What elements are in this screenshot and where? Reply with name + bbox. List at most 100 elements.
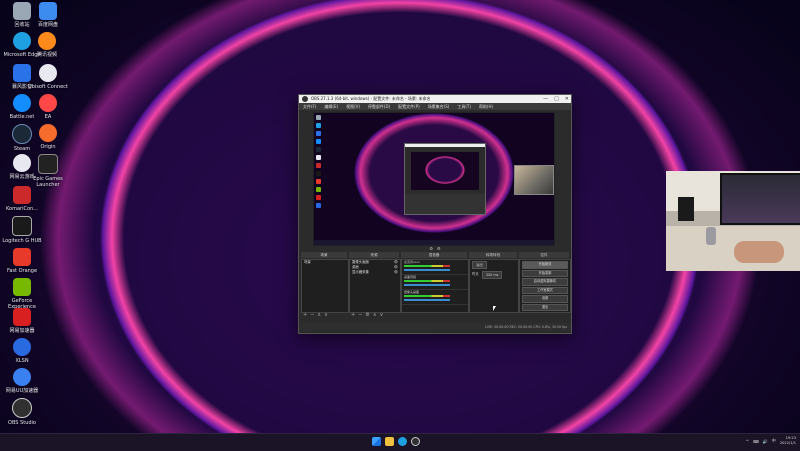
uu-accelerator-icon <box>13 368 31 386</box>
transitions-panel: 淡出 时长 300 ms <box>469 259 519 313</box>
ubisoft-icon <box>39 64 57 82</box>
studio-mode-button[interactable]: 工作室模式 <box>522 286 568 294</box>
desktop-icon-komari[interactable]: KomariCon... <box>0 186 44 212</box>
desktop-icon-ea[interactable]: EA <box>26 94 70 120</box>
menu-edit[interactable]: 编辑(E) <box>324 103 338 110</box>
source-settings-icon[interactable]: ⚙ <box>365 312 369 318</box>
desktop-icon-baidu-netdisk[interactable]: 百度网盘 <box>26 2 70 28</box>
keyboard-icon[interactable]: ⌨ <box>753 439 759 444</box>
start-virtual-camera-button[interactable]: 启动虚拟摄像机 <box>522 278 568 286</box>
desktop-icon-geforce[interactable]: GeForce Experience <box>0 278 44 310</box>
desktop-icon-obs[interactable]: OBS Studio <box>0 398 44 426</box>
mixer-channel[interactable]: 桌面音频 <box>402 275 468 290</box>
preview-webcam-overlay <box>514 165 554 195</box>
sources-list[interactable]: 摄像头画面 👁 桌面 👁 显示器采集 👁 <box>349 259 401 313</box>
close-button[interactable]: ✕ <box>565 95 569 103</box>
logitech-g-icon <box>12 216 32 236</box>
epic-games-icon <box>38 154 58 174</box>
chevron-up-icon[interactable]: ^ <box>746 439 749 444</box>
desktop-icon-label: 百度网盘 <box>37 22 58 28</box>
system-tray: ^ ⌨ 🔊 中 19:23 2022/1/1 <box>746 436 796 446</box>
mixer-dock-header: 混音器 <box>401 252 467 258</box>
remove-source-button[interactable]: − <box>358 312 362 318</box>
scene-down-button[interactable]: ∨ <box>324 312 328 318</box>
mixer-channel[interactable]: 麦克风/Aux <box>402 260 468 275</box>
maximize-button[interactable]: □ <box>554 95 559 103</box>
obs-menubar: 文件(F) 编辑(E) 视图(V) 停靠部件(D) 配置文件(P) 场景集合(S… <box>299 103 571 110</box>
menu-file[interactable]: 文件(F) <box>303 103 316 110</box>
edge-icon[interactable] <box>398 437 407 446</box>
obs-window[interactable]: OBS 27.1.3 (64-bit, windows) - 配置文件: 未命名… <box>298 94 572 334</box>
desktop-icon-label: Logitech G HUB <box>2 238 42 244</box>
obs-titlebar[interactable]: OBS 27.1.3 (64-bit, windows) - 配置文件: 未命名… <box>299 95 571 103</box>
obs-docks: 场景 场景 + − ∧ ∨ 来源 摄像头画面 👁 桌面 👁 显示器采集 👁 + − ⚙… <box>299 252 571 320</box>
controls-panel: 开始推流 开始录制 启动虚拟摄像机 工作室模式 设置 退出 <box>519 259 571 313</box>
start-streaming-button[interactable]: 开始推流 <box>522 261 568 269</box>
obs-preview[interactable] <box>313 112 555 246</box>
transitions-dock-header: 转场特效 <box>469 252 517 258</box>
start-recording-button[interactable]: 开始录制 <box>522 269 568 277</box>
preview-nested-obs-window <box>404 143 486 215</box>
taskbar: ^ ⌨ 🔊 中 19:23 2022/1/1 <box>0 433 800 451</box>
remove-scene-button[interactable]: − <box>310 312 314 318</box>
scenes-list[interactable]: 场景 <box>301 259 349 313</box>
desktop-icon-netease-accelerator[interactable]: 网易加速器 <box>0 308 44 334</box>
exit-button[interactable]: 退出 <box>522 303 568 311</box>
sources-dock-header: 来源 <box>349 252 399 258</box>
desktop-icon-logitech-ghub[interactable]: Logitech G HUB <box>0 216 44 244</box>
origin-icon <box>39 124 57 142</box>
eye-icon[interactable]: 👁 <box>394 270 398 275</box>
add-scene-button[interactable]: + <box>303 312 307 318</box>
source-down-button[interactable]: ∨ <box>380 312 384 318</box>
volume-icon[interactable]: 🔊 <box>763 439 768 444</box>
desktop-icon-uu[interactable]: 网易UU加速器 <box>0 368 44 394</box>
obs-app-icon <box>302 96 308 102</box>
sources-toolbar: + − ⚙ ∧ ∨ <box>349 312 383 318</box>
desktop-icon-ubisoft[interactable]: Ubisoft Connect <box>26 64 70 90</box>
desktop-icon-epic[interactable]: Epic Games Launcher <box>26 154 70 188</box>
source-item[interactable]: 显示器采集 👁 <box>350 270 400 275</box>
webcam-microphone <box>706 227 716 245</box>
geforce-icon <box>13 278 31 296</box>
desktop-icon-label: KomariCon... <box>6 206 38 212</box>
controls-dock-header: 控件 <box>519 252 569 258</box>
desktop-icon-label: Ubisoft Connect <box>28 84 68 90</box>
menu-scene-collection[interactable]: 场景集合(S) <box>428 103 450 110</box>
obs-taskbar-icon[interactable] <box>411 437 420 446</box>
obs-icon <box>12 398 32 418</box>
scene-up-button[interactable]: ∧ <box>317 312 321 318</box>
mouse-cursor <box>493 306 496 311</box>
netease-accelerator-icon <box>13 308 31 326</box>
source-up-button[interactable]: ∧ <box>373 312 377 318</box>
preview-taskbar <box>314 240 554 245</box>
mixer-channel[interactable]: 摄像头画面 <box>402 290 468 305</box>
scene-item[interactable]: 场景 <box>302 260 348 265</box>
desktop-icon-fast-orange[interactable]: Fast Orange <box>0 248 44 274</box>
desktop-icon-grid: 回收站 百度网盘 Microsoft Edge 腾讯视频 暴风影音 Ubisof… <box>0 0 68 430</box>
ime-indicator[interactable]: 中 <box>772 438 776 444</box>
desktop-icon-label: XLSN <box>15 358 29 364</box>
file-explorer-icon[interactable] <box>385 437 394 446</box>
desktop-icon-xlsn[interactable]: XLSN <box>0 338 44 364</box>
webcam-monitor <box>720 173 800 225</box>
menu-tools[interactable]: 工具(T) <box>457 103 471 110</box>
komari-icon <box>13 186 31 204</box>
menu-help[interactable]: 帮助(H) <box>479 103 493 110</box>
menu-docks[interactable]: 停靠部件(D) <box>368 103 390 110</box>
transition-type-select[interactable]: 淡出 <box>472 261 487 269</box>
desktop-icon-tencent-video[interactable]: 腾讯视频 <box>25 32 69 58</box>
start-icon[interactable] <box>372 437 381 446</box>
xlsn-icon <box>13 338 31 356</box>
minimize-button[interactable]: — <box>543 95 548 103</box>
menu-profile[interactable]: 配置文件(P) <box>398 103 420 110</box>
desktop-icon-origin[interactable]: Origin <box>26 124 70 150</box>
duration-field[interactable]: 300 ms <box>481 271 503 279</box>
settings-button[interactable]: 设置 <box>522 295 568 303</box>
desktop-icon-label: EA <box>44 114 52 120</box>
tencent-video-icon <box>38 32 56 50</box>
obs-statusbar: LIVE: 00:00:00 REC: 00:00:00 CPU: 0.8%, … <box>299 323 571 331</box>
clock[interactable]: 19:23 2022/1/1 <box>780 436 796 446</box>
menu-view[interactable]: 视图(V) <box>346 103 360 110</box>
clock-date: 2022/1/1 <box>779 441 796 445</box>
add-source-button[interactable]: + <box>351 312 355 318</box>
